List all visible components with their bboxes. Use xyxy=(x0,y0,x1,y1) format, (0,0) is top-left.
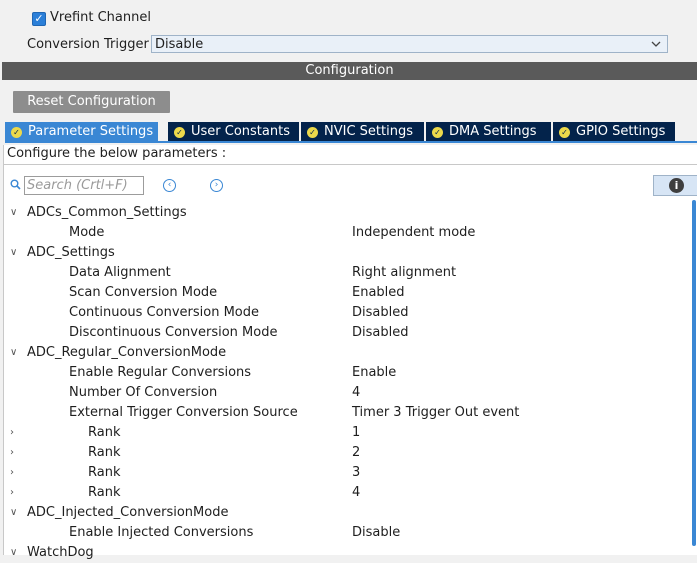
search-input[interactable]: Search (Crtl+F) xyxy=(24,176,144,195)
chevron-right-icon[interactable]: › xyxy=(10,483,14,503)
vertical-scrollbar[interactable] xyxy=(692,200,696,546)
param-value: Timer 3 Trigger Out event xyxy=(352,405,520,420)
tree-param-continuous-conversion-mode[interactable]: Continuous Conversion Mode Disabled xyxy=(4,303,694,323)
check-circle-icon: ✓ xyxy=(559,127,570,138)
param-label: Enable Regular Conversions xyxy=(69,365,252,380)
tree-param-scan-conversion-mode[interactable]: Scan Conversion Mode Enabled xyxy=(4,283,694,303)
chevron-down-icon[interactable]: ∨ xyxy=(10,543,17,563)
tree-group-adc-regular-conversionmode[interactable]: ∨ ADC_Regular_ConversionMode xyxy=(4,343,694,363)
tree-group-adc-injected-conversionmode[interactable]: ∨ ADC_Injected_ConversionMode xyxy=(4,503,694,523)
tab-nvic-settings[interactable]: ✓ NVIC Settings xyxy=(301,122,426,141)
tab-strip: ✓ Parameter Settings ✓ User Constants ✓ NVI… xyxy=(5,122,697,141)
tree-param-enable-regular-conversions[interactable]: Enable Regular Conversions Enable xyxy=(4,363,694,383)
tab-label: GPIO Settings xyxy=(576,124,666,139)
param-label: Number Of Conversion xyxy=(69,385,218,400)
conversion-trigger-value: Disable xyxy=(155,37,204,52)
param-label: Rank xyxy=(88,425,121,440)
tree-group-adcs-common-settings[interactable]: ∨ ADCs_Common_Settings xyxy=(4,203,694,223)
tab-label: DMA Settings xyxy=(449,124,537,139)
chevron-right-icon[interactable]: › xyxy=(10,423,14,443)
chevron-right-icon[interactable]: › xyxy=(10,443,14,463)
check-circle-icon: ✓ xyxy=(11,127,22,138)
param-label: Rank xyxy=(88,465,121,480)
param-value: Enable xyxy=(352,365,397,380)
conversion-trigger-label: Conversion Trigger xyxy=(27,37,149,52)
param-value: Disabled xyxy=(352,325,409,340)
param-value: Disable xyxy=(352,525,401,540)
group-label: ADCs_Common_Settings xyxy=(27,205,187,220)
group-label: WatchDog xyxy=(27,545,94,560)
check-circle-icon: ✓ xyxy=(432,127,443,138)
next-match-icon[interactable]: › xyxy=(210,179,223,192)
tree-sub-rank-3[interactable]: › Rank 3 xyxy=(4,463,694,483)
info-icon: i xyxy=(669,178,684,193)
tree-param-data-alignment[interactable]: Data Alignment Right alignment xyxy=(4,263,694,283)
conversion-trigger-select[interactable]: Disable xyxy=(151,35,668,53)
tab-parameter-settings[interactable]: ✓ Parameter Settings xyxy=(5,122,160,141)
divider xyxy=(4,164,697,165)
param-label: Enable Injected Conversions xyxy=(69,525,254,540)
param-label: Scan Conversion Mode xyxy=(69,285,218,300)
param-value: 3 xyxy=(352,465,361,480)
param-label: External Trigger Conversion Source xyxy=(69,405,298,420)
reset-configuration-button[interactable]: Reset Configuration xyxy=(13,91,170,113)
param-label: Continuous Conversion Mode xyxy=(69,305,259,320)
param-value: Independent mode xyxy=(352,225,476,240)
param-value: 2 xyxy=(352,445,361,460)
tree-param-external-trigger-conversion-source[interactable]: External Trigger Conversion Source Timer… xyxy=(4,403,694,423)
tree-sub-rank-1[interactable]: › Rank 1 xyxy=(4,423,694,443)
chevron-down-icon xyxy=(650,36,662,55)
group-label: ADC_Regular_ConversionMode xyxy=(27,345,227,360)
vrefint-label: Vrefint Channel xyxy=(50,10,151,25)
param-label: Data Alignment xyxy=(69,265,171,280)
previous-match-icon[interactable]: ‹ xyxy=(163,179,176,192)
param-value: Enabled xyxy=(352,285,405,300)
tab-gpio-settings[interactable]: ✓ GPIO Settings xyxy=(553,122,677,141)
param-label: Rank xyxy=(88,445,121,460)
param-label: Mode xyxy=(69,225,105,240)
tab-label: User Constants xyxy=(191,124,290,139)
tree-param-enable-injected-conversions[interactable]: Enable Injected Conversions Disable xyxy=(4,523,694,543)
param-value: 1 xyxy=(352,425,361,440)
chevron-down-icon[interactable]: ∨ xyxy=(10,203,17,223)
param-value: 4 xyxy=(352,385,361,400)
chevron-down-icon[interactable]: ∨ xyxy=(10,503,17,523)
check-circle-icon: ✓ xyxy=(307,127,318,138)
param-label: Rank xyxy=(88,485,121,500)
tree-sub-rank-4[interactable]: › Rank 4 xyxy=(4,483,694,503)
parameter-settings-panel: Configure the below parameters : Search … xyxy=(3,145,697,560)
param-value: Right alignment xyxy=(352,265,457,280)
vrefint-checkbox[interactable]: ✓ xyxy=(32,12,46,26)
tab-label: Parameter Settings xyxy=(28,124,154,139)
configuration-title-bar: Configuration xyxy=(2,62,697,80)
info-button[interactable]: i xyxy=(653,175,697,196)
chevron-down-icon[interactable]: ∨ xyxy=(10,343,17,363)
tab-label: NVIC Settings xyxy=(324,124,413,139)
tab-dma-settings[interactable]: ✓ DMA Settings xyxy=(426,122,553,141)
param-label: Discontinuous Conversion Mode xyxy=(69,325,278,340)
group-label: ADC_Injected_ConversionMode xyxy=(27,505,229,520)
tab-underline xyxy=(5,141,697,143)
param-value: 4 xyxy=(352,485,361,500)
search-icon xyxy=(10,179,21,190)
group-label: ADC_Settings xyxy=(27,245,115,260)
param-value: Disabled xyxy=(352,305,409,320)
tree-group-watchdog[interactable]: ∨ WatchDog xyxy=(4,543,694,563)
tree-group-adc-settings[interactable]: ∨ ADC_Settings xyxy=(4,243,694,263)
tab-user-constants[interactable]: ✓ User Constants xyxy=(168,122,301,141)
tree-param-mode[interactable]: Mode Independent mode xyxy=(4,223,694,243)
tree-param-number-of-conversion[interactable]: Number Of Conversion 4 xyxy=(4,383,694,403)
tree-param-discontinuous-conversion-mode[interactable]: Discontinuous Conversion Mode Disabled xyxy=(4,323,694,343)
chevron-down-icon[interactable]: ∨ xyxy=(10,243,17,263)
panel-instruction: Configure the below parameters : xyxy=(7,146,227,161)
tree-sub-rank-2[interactable]: › Rank 2 xyxy=(4,443,694,463)
chevron-right-icon[interactable]: › xyxy=(10,463,14,483)
check-circle-icon: ✓ xyxy=(174,127,185,138)
